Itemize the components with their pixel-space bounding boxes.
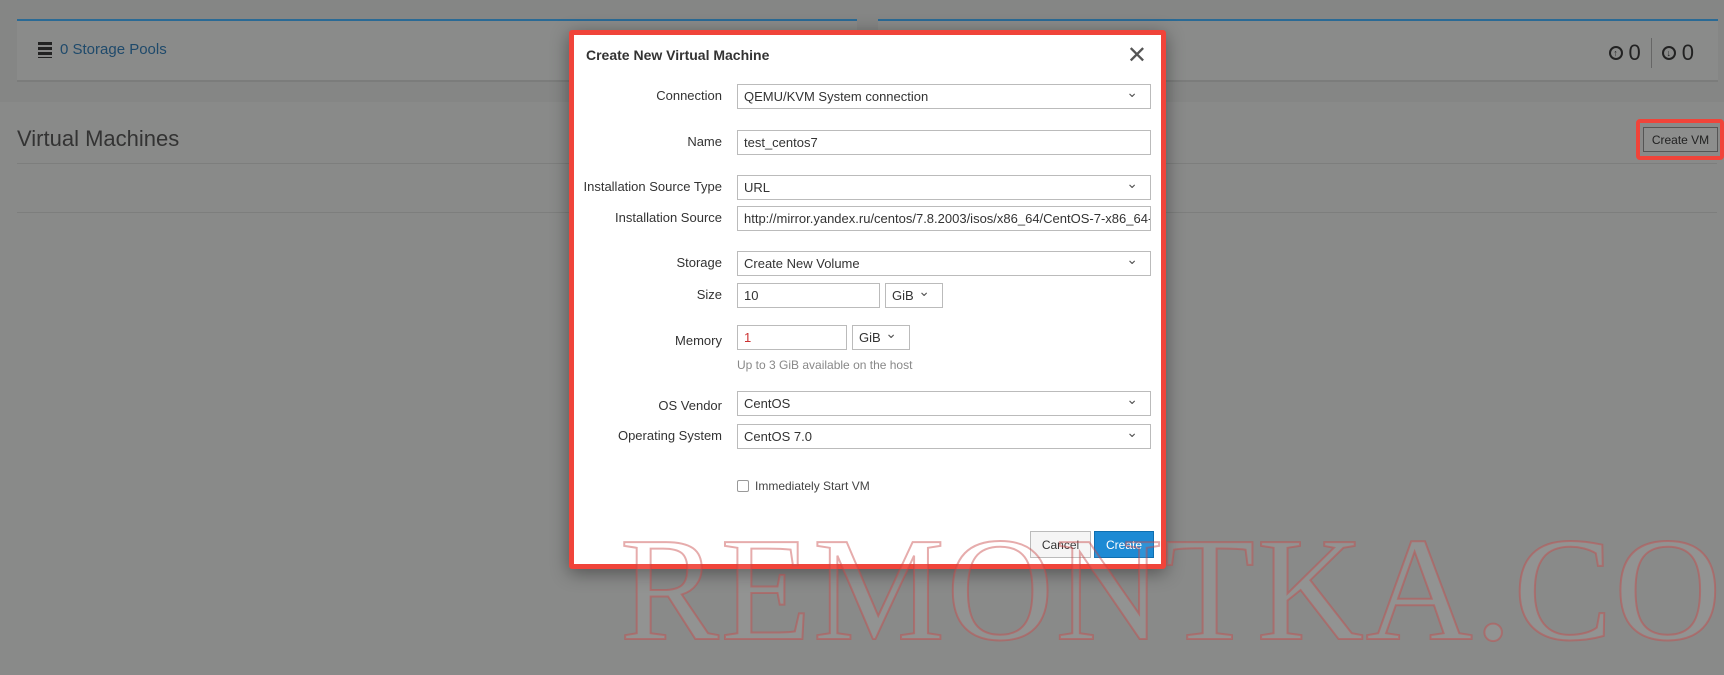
- connection-select[interactable]: QEMU/KVM System connection: [737, 84, 1151, 109]
- memory-hint: Up to 3 GiB available on the host: [737, 358, 913, 372]
- name-input[interactable]: test_centos7: [737, 130, 1151, 155]
- storage-label: Storage: [676, 255, 722, 270]
- cancel-button[interactable]: Cancel: [1030, 531, 1091, 558]
- arrow-down-icon: ↓: [1661, 46, 1676, 60]
- os-label: Operating System: [617, 428, 722, 443]
- memory-unit-select[interactable]: GiB: [852, 325, 910, 350]
- source-input[interactable]: http://mirror.yandex.ru/centos/7.8.2003/…: [737, 206, 1151, 231]
- name-label: Name: [687, 134, 722, 149]
- traffic-counts: ↑ 0 ↓ 0: [1608, 38, 1694, 68]
- create-vm-dialog: Create New Virtual Machine ✕ Connection …: [569, 30, 1166, 569]
- dialog-title: Create New Virtual Machine: [586, 47, 770, 63]
- source-label: Installation Source: [615, 210, 722, 225]
- source-type-select[interactable]: URL: [737, 175, 1151, 200]
- upload-count: 0: [1628, 40, 1641, 65]
- close-icon[interactable]: ✕: [1127, 41, 1147, 70]
- memory-input[interactable]: 1: [737, 325, 847, 350]
- os-vendor-label: OS Vendor: [658, 398, 722, 413]
- divider: [1650, 38, 1652, 68]
- os-vendor-select[interactable]: CentOS: [737, 391, 1151, 416]
- storage-select[interactable]: Create New Volume: [737, 251, 1151, 276]
- section-title: Virtual Machines: [17, 126, 180, 151]
- start-vm-checkbox[interactable]: Immediately Start VM: [737, 479, 870, 493]
- source-type-label: Installation Source Type: [583, 179, 722, 194]
- os-select[interactable]: CentOS 7.0: [737, 424, 1151, 449]
- size-input[interactable]: 10: [737, 283, 880, 308]
- server-icon: [38, 41, 52, 58]
- start-vm-label: Immediately Start VM: [755, 479, 870, 493]
- create-vm-button[interactable]: Create VM: [1643, 127, 1718, 152]
- memory-label: Memory: [675, 333, 722, 348]
- checkbox-icon[interactable]: [737, 480, 749, 492]
- storage-pools-link[interactable]: 0 Storage Pools: [38, 41, 167, 58]
- size-label: Size: [696, 287, 722, 302]
- download-count: 0: [1681, 40, 1694, 65]
- connection-label: Connection: [656, 88, 722, 103]
- arrow-up-icon: ↑: [1608, 46, 1623, 60]
- create-button[interactable]: Create: [1094, 531, 1154, 558]
- storage-pools-label: 0 Storage Pools: [60, 41, 167, 58]
- size-unit-select[interactable]: GiB: [885, 283, 943, 308]
